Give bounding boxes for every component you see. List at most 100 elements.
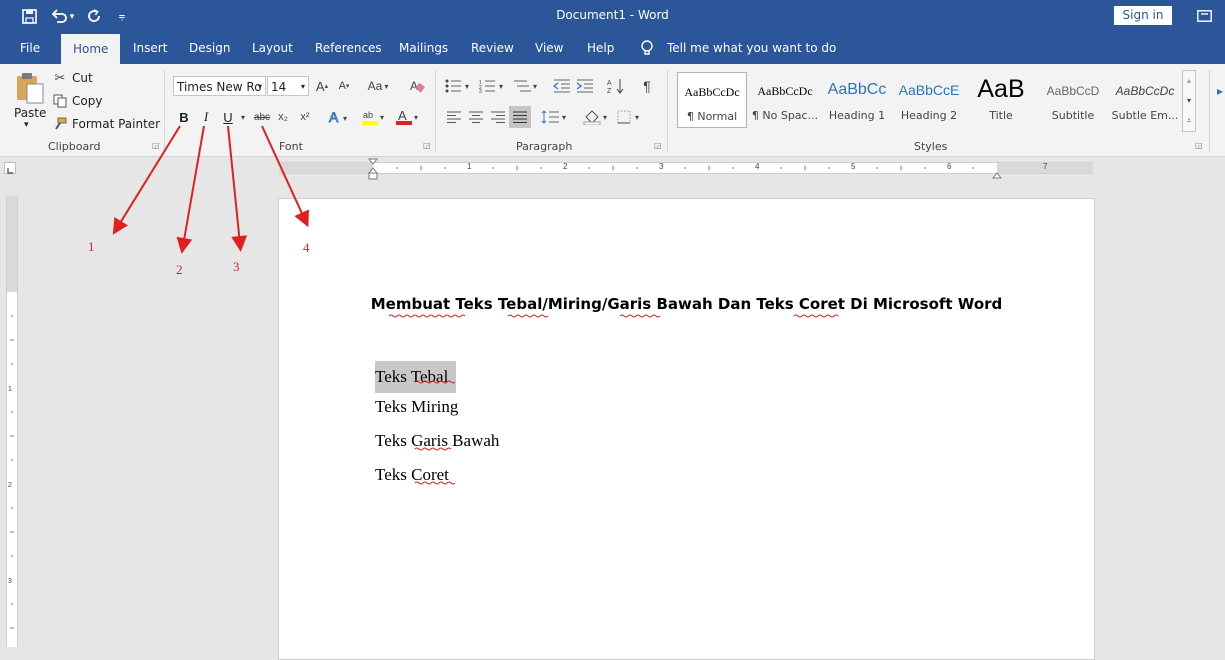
clipboard-dialog-launcher-icon[interactable]: ◲ (152, 141, 160, 150)
ribbon-display-options-icon[interactable] (1194, 6, 1214, 26)
style-heading-2[interactable]: AaBbCcE Heading 2 (894, 72, 964, 128)
show-formatting-button[interactable]: ¶ (638, 76, 656, 96)
decrease-indent-icon[interactable] (552, 76, 572, 96)
copy-button[interactable]: Copy (52, 92, 152, 110)
scissors-icon: ✂ (54, 70, 66, 85)
tab-insert[interactable]: Insert (133, 32, 167, 64)
editing-group-partial[interactable]: ▸ (1217, 84, 1225, 134)
paste-icon (17, 73, 44, 104)
font-size-select[interactable]: 14 ▾ (267, 76, 309, 96)
change-case-button[interactable]: Aa ▾ (364, 76, 392, 96)
align-right-icon[interactable] (488, 107, 508, 127)
style-name: ¶ No Spac... (751, 109, 819, 122)
clear-formatting-icon[interactable]: A (408, 76, 426, 96)
more-styles-icon[interactable]: ⩡ (1183, 111, 1195, 131)
line-spacing-icon[interactable]: ▾ (540, 107, 570, 127)
change-case-label: Aa (367, 79, 383, 93)
tab-file[interactable]: File (20, 32, 40, 64)
svg-text:Z: Z (607, 88, 612, 94)
styles-scrollbar[interactable]: ▴ ▾ ⩡ (1182, 70, 1196, 132)
font-color-icon[interactable]: A ▾ (394, 107, 422, 127)
svg-text:▾: ▾ (562, 113, 566, 122)
copy-label: Copy (72, 94, 103, 108)
format-painter-label: Format Painter (72, 117, 161, 131)
grow-font-icon[interactable]: A ▴ (314, 76, 330, 96)
tab-mailings[interactable]: Mailings (399, 32, 448, 64)
style-name: Subtle Em... (1111, 109, 1179, 122)
paste-button[interactable]: Paste ▾ (12, 70, 46, 132)
svg-text:▾: ▾ (343, 114, 347, 123)
group-separator (164, 70, 165, 152)
style-sample: AaBbCcDc (684, 85, 740, 99)
svg-text:▾: ▾ (635, 113, 639, 122)
styles-dialog-launcher-icon[interactable]: ◲ (1195, 141, 1203, 150)
indent-markers[interactable] (367, 158, 379, 180)
numbering-icon[interactable]: 1 2 3 ▾ (478, 76, 508, 96)
font-size-value: 14 (271, 80, 287, 94)
annotation-label-3: 3 (233, 259, 240, 274)
annotation-label-4: 4 (303, 240, 310, 255)
sign-in-button[interactable]: Sign in (1114, 6, 1172, 25)
style-title[interactable]: AaB Title (966, 72, 1036, 128)
increase-indent-icon[interactable] (575, 76, 595, 96)
style-sample: AaBbCcD (1046, 84, 1100, 98)
cut-label: Cut (72, 71, 93, 85)
underline-dropdown-icon[interactable]: ▾ (238, 107, 248, 127)
shrink-font-icon[interactable]: A ▾ (336, 76, 352, 96)
chevron-up-icon[interactable]: ▴ (1183, 71, 1195, 91)
vertical-ruler-ticks (10, 315, 14, 629)
style-heading-1[interactable]: AaBbCc Heading 1 (822, 72, 892, 128)
style-no-spacing[interactable]: AaBbCcDc ¶ No Spac... (750, 72, 820, 128)
borders-icon[interactable]: ▾ (616, 107, 646, 127)
underline-button[interactable]: U (220, 107, 236, 127)
paragraph-group-label: Paragraph (516, 140, 573, 153)
text-effects-icon[interactable]: A ▾ (326, 107, 352, 127)
style-sample: AaB (977, 75, 1025, 103)
sort-icon[interactable]: AZ (606, 76, 626, 96)
bullets-icon[interactable]: ▾ (444, 76, 474, 96)
line-teks-coret[interactable]: Teks Coret (375, 463, 449, 487)
svg-text:ab: ab (363, 110, 373, 120)
format-painter-button[interactable]: Format Painter (52, 115, 162, 133)
style-name: ¶ Normal (686, 110, 738, 123)
italic-button[interactable]: I (198, 107, 214, 127)
shading-icon[interactable]: ▾ (582, 107, 612, 127)
tab-layout[interactable]: Layout (252, 32, 293, 64)
justify-icon[interactable] (509, 106, 531, 128)
font-dialog-launcher-icon[interactable]: ◲ (423, 141, 431, 150)
line-teks-tebal[interactable]: Teks Tebal (375, 361, 457, 393)
line-teks-miring[interactable]: Teks Miring (375, 395, 458, 419)
style-subtle-emphasis[interactable]: AaBbCcDc Subtle Em... (1110, 72, 1180, 128)
svg-text:A: A (410, 79, 418, 93)
paste-label: Paste (14, 106, 47, 120)
tab-references[interactable]: References (315, 32, 382, 64)
align-left-icon[interactable] (444, 107, 464, 127)
paragraph-dialog-launcher-icon[interactable]: ◲ (654, 141, 662, 150)
multilevel-list-icon[interactable]: ▾ (512, 76, 542, 96)
tab-home[interactable]: Home (61, 34, 121, 64)
tab-view[interactable]: View (535, 32, 563, 64)
highlight-icon[interactable]: ab ▾ (360, 107, 388, 127)
superscript-button[interactable]: x² (297, 107, 313, 127)
bold-button[interactable]: B (176, 107, 192, 127)
svg-text:▾: ▾ (603, 113, 607, 122)
tab-help[interactable]: Help (587, 32, 614, 64)
tell-me-search[interactable]: Tell me what you want to do (667, 32, 836, 64)
document-heading[interactable]: Membuat Teks Tebal/Miring/Garis Bawah Da… (279, 295, 1094, 313)
font-family-select[interactable]: Times New Ro ▾ (173, 76, 266, 96)
style-normal[interactable]: AaBbCcDc ¶ Normal (677, 72, 747, 128)
group-separator (435, 70, 436, 152)
right-indent-marker[interactable] (991, 166, 1003, 179)
cut-button[interactable]: ✂ Cut (52, 69, 152, 87)
subscript-button[interactable]: x₂ (275, 107, 291, 127)
line-teks-garis-bawah[interactable]: Teks Garis Bawah (375, 429, 499, 453)
document-title: Document1 - Word (556, 8, 669, 22)
document-page[interactable]: Membuat Teks Tebal/Miring/Garis Bawah Da… (278, 198, 1095, 660)
tab-selector-button[interactable] (4, 162, 16, 174)
tab-design[interactable]: Design (189, 32, 230, 64)
align-center-icon[interactable] (466, 107, 486, 127)
chevron-down-icon[interactable]: ▾ (1183, 91, 1195, 111)
style-subtitle[interactable]: AaBbCcD Subtitle (1038, 72, 1108, 128)
strikethrough-button[interactable]: abc (252, 107, 272, 127)
tab-review[interactable]: Review (471, 32, 514, 64)
